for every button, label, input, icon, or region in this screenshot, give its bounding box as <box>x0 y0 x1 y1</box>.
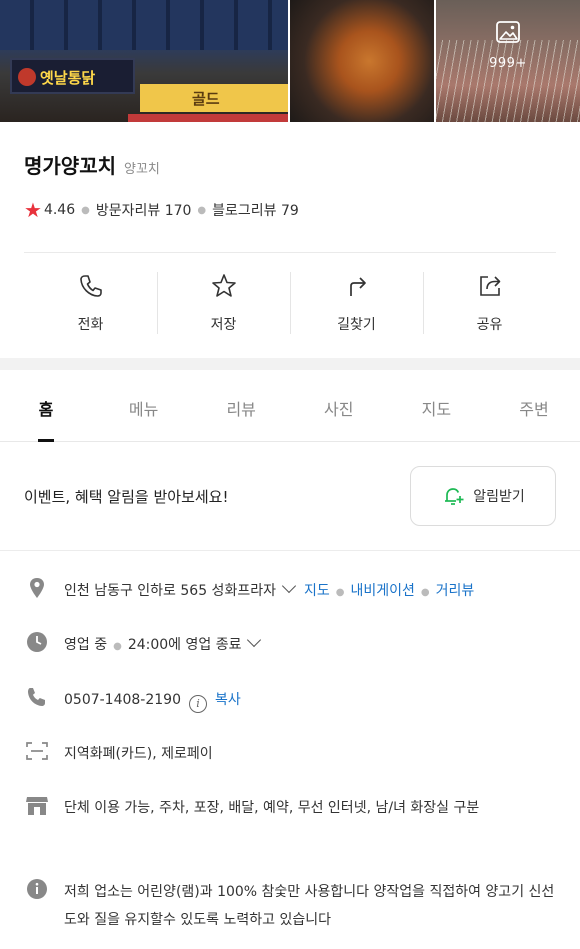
rating-summary: ★ 4.46 ● 방문자리뷰 170 ● 블로그리뷰 79 <box>24 200 299 220</box>
separator-dot: ● <box>335 587 345 598</box>
blog-reviews-link[interactable]: 블로그리뷰 79 <box>212 200 299 220</box>
address-text: 인천 남동구 인하로 565 성화프라자 <box>64 583 276 599</box>
tab-bar: 홈 메뉴 리뷰 사진 지도 주변 <box>0 370 580 442</box>
location-pin-icon <box>30 578 44 598</box>
section-divider <box>0 358 580 370</box>
payment-text: 지역화폐(카드), 제로페이 <box>64 746 213 762</box>
notification-button[interactable]: 알림받기 <box>410 466 556 526</box>
divider <box>0 550 580 551</box>
photo-more[interactable]: 999+ <box>436 0 580 122</box>
store-icon <box>26 797 48 815</box>
description-row: 저희 업소는 어린양(램)과 100% 참숯만 사용합니다 양작업을 직접하여 … <box>24 878 564 934</box>
phone-icon <box>28 688 45 706</box>
share-icon <box>479 276 500 296</box>
place-category: 양꼬치 <box>124 162 160 177</box>
phone-row: 0507-1408-2190 i 복사 <box>24 686 564 714</box>
alert-message: 이벤트, 혜택 알림을 받아보세요! <box>24 488 229 506</box>
storefront-sign-text: 옛날통닭 <box>40 69 96 87</box>
amenities-text: 단체 이용 가능, 주차, 포장, 배달, 예약, 무선 인터넷, 남/녀 화장… <box>64 800 480 816</box>
tab-photos[interactable]: 사진 <box>317 370 361 441</box>
photo-strip[interactable]: 옛날통닭 골드 999+ <box>0 0 580 122</box>
phone-icon <box>79 275 102 297</box>
photo-count-overlay: 999+ <box>436 20 580 71</box>
save-button[interactable]: 저장 <box>157 262 290 348</box>
photo-count: 999+ <box>489 56 527 71</box>
share-button[interactable]: 공유 <box>423 262 556 348</box>
amenities-row: 단체 이용 가능, 주차, 포장, 배달, 예약, 무선 인터넷, 남/녀 화장… <box>24 794 564 822</box>
streetview-link[interactable]: 거리뷰 <box>436 583 475 599</box>
action-bar: 전화 저장 길찾기 공유 <box>24 262 556 348</box>
call-button[interactable]: 전화 <box>24 262 157 348</box>
tab-reviews[interactable]: 리뷰 <box>219 370 263 441</box>
photo-dish[interactable] <box>290 0 434 122</box>
storefront-sign-second: 골드 <box>140 84 288 112</box>
info-icon[interactable]: i <box>189 695 207 713</box>
star-outline-icon <box>211 274 236 297</box>
navigation-link[interactable]: 내비게이션 <box>350 583 414 599</box>
separator-dot: ● <box>113 641 122 652</box>
hours-row[interactable]: 영업 중 ● 24:00에 영업 종료 <box>24 631 564 661</box>
chevron-down-icon[interactable] <box>247 632 262 648</box>
place-name: 명가양꼬치 <box>24 154 116 178</box>
storefront-sign: 옛날통닭 <box>10 58 135 94</box>
map-link[interactable]: 지도 <box>304 583 330 599</box>
chevron-down-icon[interactable] <box>281 578 297 594</box>
clock-icon <box>27 632 47 652</box>
tab-home[interactable]: 홈 <box>24 370 68 442</box>
divider <box>24 252 556 253</box>
save-label: 저장 <box>210 317 237 333</box>
building-windows <box>0 0 288 50</box>
star-icon: ★ <box>24 198 42 222</box>
separator-dot: ● <box>197 204 207 216</box>
rating-value: 4.46 <box>43 202 76 218</box>
scan-icon <box>26 742 48 760</box>
sign-badge <box>18 68 36 86</box>
hours-detail: 24:00에 영업 종료 <box>127 637 242 653</box>
description-text: 저희 업소는 어린양(램)과 100% 참숯만 사용합니다 양작업을 직접하여 … <box>64 884 555 928</box>
bell-plus-icon <box>445 488 464 505</box>
address-row: 인천 남동구 인하로 565 성화프라자 지도 ● 내비게이션 ● 거리뷰 <box>24 577 564 607</box>
info-icon <box>27 879 47 899</box>
phone-number[interactable]: 0507-1408-2190 <box>64 692 181 708</box>
directions-icon <box>349 277 366 296</box>
copy-button[interactable]: 복사 <box>215 692 241 708</box>
hours-status: 영업 중 <box>64 637 108 653</box>
sign-strip <box>128 114 288 122</box>
payment-row: 지역화폐(카드), 제로페이 <box>24 740 564 768</box>
visitor-reviews-link[interactable]: 방문자리뷰 170 <box>96 200 192 220</box>
storefront-sign-second-text: 골드 <box>192 90 220 108</box>
separator-dot: ● <box>81 204 90 216</box>
call-label: 전화 <box>77 317 104 333</box>
separator-dot: ● <box>420 587 430 598</box>
notification-button-label: 알림받기 <box>473 489 525 505</box>
tab-map[interactable]: 지도 <box>414 370 458 441</box>
directions-label: 길찾기 <box>337 317 376 333</box>
tab-nearby[interactable]: 주변 <box>512 370 556 441</box>
share-label: 공유 <box>476 317 503 333</box>
directions-button[interactable]: 길찾기 <box>290 262 423 348</box>
tab-menu[interactable]: 메뉴 <box>122 370 166 441</box>
image-icon <box>496 21 520 43</box>
photo-storefront[interactable]: 옛날통닭 골드 <box>0 0 288 122</box>
place-header: 명가양꼬치 양꼬치 <box>24 150 160 179</box>
